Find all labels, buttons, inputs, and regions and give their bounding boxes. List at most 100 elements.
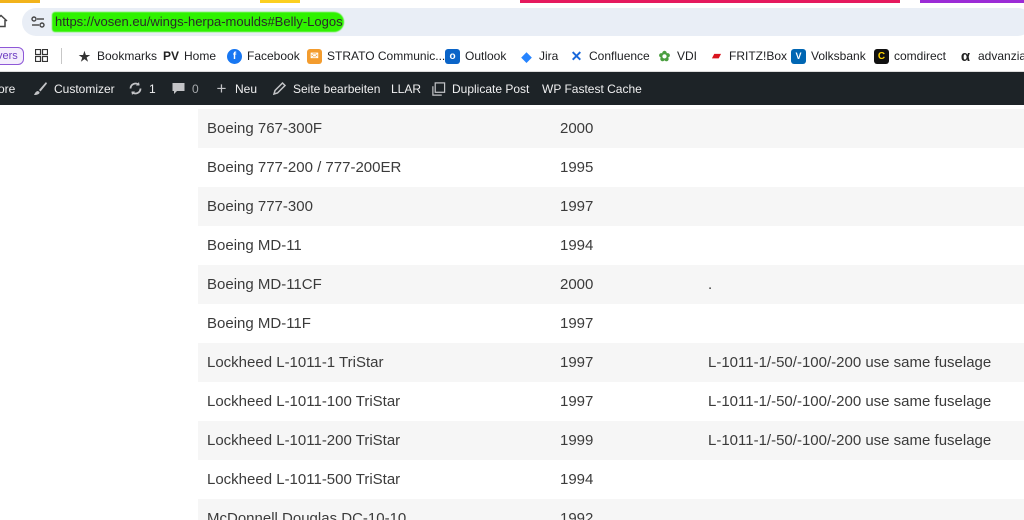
cell-model: Lockheed L-1011-100 TriStar (207, 393, 401, 410)
tab-color-segment (520, 0, 680, 3)
bookmark-label: Facebook (247, 49, 300, 63)
wp-admin-bar: ore Customizer 1 0 + Neu Seite bearbeite… (0, 72, 1024, 105)
cell-model: Boeing MD-11CF (207, 276, 322, 293)
tab-color-segment (680, 0, 900, 3)
duplicate-icon (431, 81, 446, 96)
cell-model: Lockheed L-1011-500 TriStar (207, 471, 401, 488)
cell-year: 1997 (560, 315, 594, 332)
bookmark-label: VDI (677, 49, 698, 63)
table-row: Lockheed L-1011-500 TriStar 1994 (198, 460, 1024, 499)
bookmark-label: Bookmarks (97, 49, 158, 63)
bookmark-label: Outlook (465, 49, 507, 63)
bookmark-comdirect[interactable]: C comdirect (874, 47, 946, 65)
home-icon[interactable] (0, 14, 8, 28)
strato-icon: ✉ (307, 48, 322, 64)
wp-new[interactable]: + Neu (214, 72, 257, 105)
bookmark-label: Home (184, 49, 217, 63)
bookmark-label: advanzia (978, 49, 1024, 63)
bookmark-vdi[interactable]: ✿ VDI (657, 47, 697, 65)
cell-model: Boeing 777-300 (207, 198, 313, 215)
cell-year: 1995 (560, 159, 594, 176)
cell-year: 1994 (560, 237, 594, 254)
bookmark-facebook[interactable]: f Facebook (227, 47, 300, 65)
wp-updates[interactable]: 1 (128, 72, 156, 105)
refresh-icon (128, 81, 143, 96)
wp-customizer-label: Customizer (54, 81, 115, 96)
wp-menu-partial[interactable]: ore (0, 72, 15, 105)
bookmark-home[interactable]: PV Home (163, 47, 216, 65)
cell-model: McDonnell Douglas DC-10-10 (207, 510, 407, 520)
cell-model: Lockheed L-1011-1 TriStar (207, 354, 384, 371)
outlook-icon: o (445, 48, 460, 64)
bookmark-label: Jira (539, 49, 559, 63)
site-settings-icon[interactable] (30, 14, 46, 30)
tab-color-segment (920, 0, 1024, 3)
apps-grid-icon[interactable] (35, 49, 48, 62)
table-row: Lockheed L-1011-100 TriStar 1997 L-1011-… (198, 382, 1024, 421)
bookmark-label: Confluence (589, 49, 650, 63)
advanzia-icon: α (960, 47, 971, 65)
bookmark-strato[interactable]: ✉ STRATO Communic... (307, 47, 445, 65)
bookmark-advanzia[interactable]: α advanzia (958, 47, 1024, 65)
cell-model: Boeing 767-300F (207, 120, 323, 137)
plus-icon: + (216, 78, 227, 98)
bookmark-label: Volksbank (811, 49, 866, 63)
vdi-icon: ✿ (658, 47, 671, 64)
pv-icon: PV (163, 48, 180, 63)
wp-comments[interactable]: 0 (171, 72, 199, 105)
facebook-icon: f (227, 48, 242, 64)
table-row: Lockheed L-1011-200 TriStar 1999 L-1011-… (198, 421, 1024, 460)
table-row: Lockheed L-1011-1 TriStar 1997 L-1011-1/… (198, 343, 1024, 382)
table-row: Boeing MD-11 1994 (198, 226, 1024, 265)
bookmarks-separator (61, 48, 62, 64)
address-bar-row: https://vosen.eu/wings-herpa-moulds#Bell… (0, 4, 1024, 38)
wp-fastest-cache[interactable]: WP Fastest Cache (542, 72, 642, 105)
wp-customizer[interactable]: Customizer (33, 72, 115, 105)
wp-comments-count: 0 (192, 81, 199, 96)
paintbrush-icon (33, 81, 48, 96)
jira-icon: ◆ (521, 48, 532, 64)
cell-year: 1994 (560, 471, 594, 488)
table-row: Boeing 777-200 / 777-200ER 1995 (198, 148, 1024, 187)
cell-note: . (708, 276, 713, 293)
bookmarks-bar: vers ★ Bookmarks PV Home f Facebook ✉ ST… (0, 39, 1024, 72)
comment-icon (171, 81, 186, 96)
wp-edit-page-label: Seite bearbeiten (293, 81, 381, 96)
table-row: McDonnell Douglas DC-10-10 1992 (198, 499, 1024, 520)
cell-year: 1997 (560, 198, 594, 215)
fritzbox-icon: ▰ (712, 49, 721, 62)
bookmark-confluence[interactable]: ✕ Confluence (569, 47, 650, 65)
table-row: Boeing 777-300 1997 (198, 187, 1024, 226)
cell-model: Boeing MD-11 (207, 237, 302, 254)
url-field[interactable]: https://vosen.eu/wings-herpa-moulds#Bell… (52, 11, 344, 33)
url-text: https://vosen.eu/wings-herpa-moulds#Bell… (55, 14, 343, 29)
wp-fastest-cache-label: WP Fastest Cache (542, 81, 642, 96)
cell-year: 2000 (560, 276, 594, 293)
pencil-icon (272, 81, 287, 96)
bookmark-bookmarks[interactable]: ★ Bookmarks (77, 47, 157, 65)
bookmark-label: STRATO Communic... (327, 49, 446, 63)
profile-chip[interactable]: vers (0, 47, 24, 65)
wp-duplicate-post[interactable]: Duplicate Post (431, 72, 529, 105)
cell-year: 2000 (560, 120, 594, 137)
cell-note: L-1011-1/-50/-100/-200 use same fuselage (708, 354, 992, 371)
cell-model: Boeing 777-200 / 777-200ER (207, 159, 402, 176)
cell-year: 1997 (560, 393, 594, 410)
cell-model: Lockheed L-1011-200 TriStar (207, 432, 401, 449)
wp-menu-partial-label: ore (0, 81, 16, 96)
wp-llar[interactable]: LLAR (391, 72, 421, 105)
wp-llar-label: LLAR (391, 81, 422, 96)
table-row: Boeing 767-300F 2000 (198, 109, 1024, 148)
moulds-table: Boeing 767-300F 2000 Boeing 777-200 / 77… (198, 109, 1024, 520)
confluence-icon: ✕ (570, 47, 583, 64)
bookmark-fritzbox[interactable]: ▰ FRITZ!Box (709, 47, 787, 65)
wp-edit-page[interactable]: Seite bearbeiten (272, 72, 380, 105)
cell-note: L-1011-1/-50/-100/-200 use same fuselage (708, 393, 992, 410)
bookmark-volksbank[interactable]: V Volksbank (791, 47, 866, 65)
volksbank-icon: V (791, 48, 806, 64)
cell-note: L-1011-1/-50/-100/-200 use same fuselage (708, 432, 992, 449)
cell-model: Boeing MD-11F (207, 315, 311, 332)
table-row: Boeing MD-11F 1997 (198, 304, 1024, 343)
bookmark-outlook[interactable]: o Outlook (445, 47, 506, 65)
bookmark-jira[interactable]: ◆ Jira (519, 47, 559, 65)
